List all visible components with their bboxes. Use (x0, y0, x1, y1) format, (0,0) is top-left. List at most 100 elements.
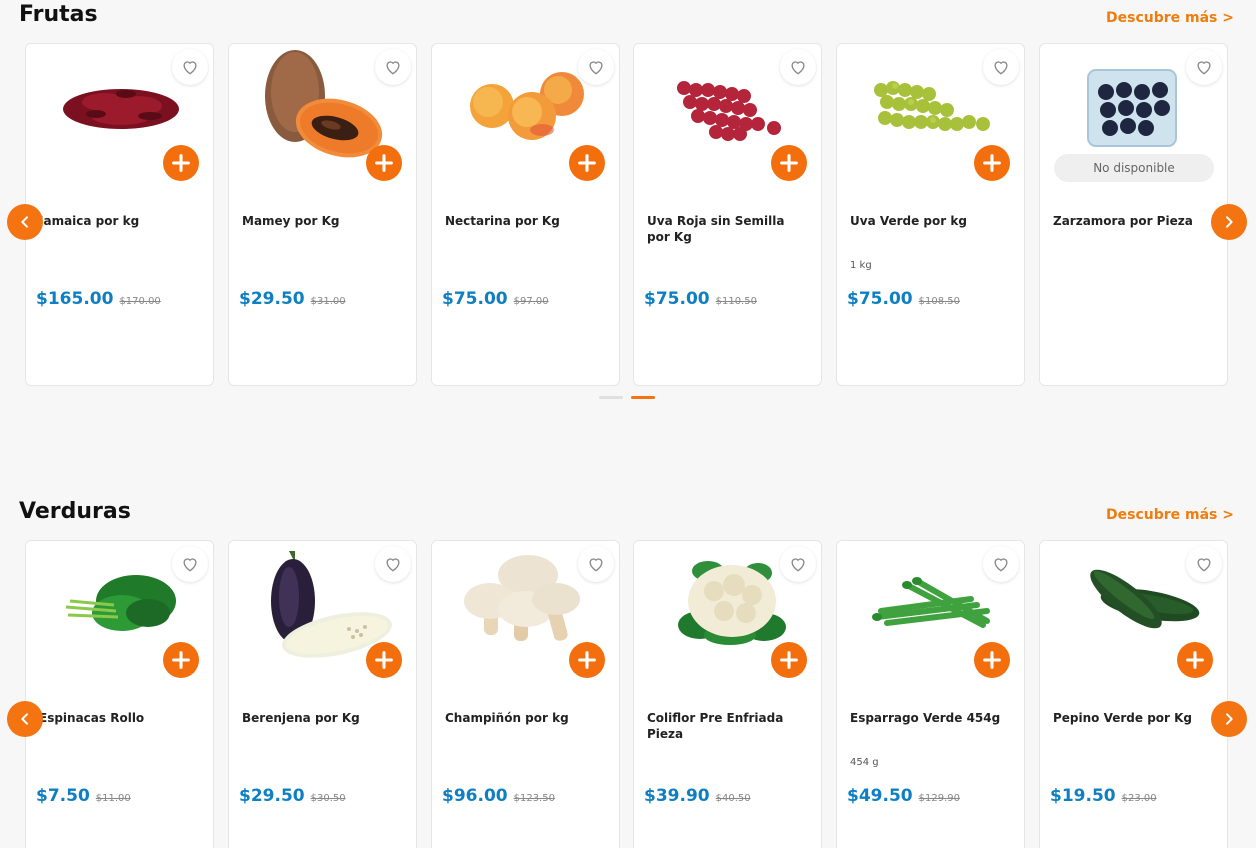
pagination-dot-active[interactable] (631, 396, 655, 399)
add-to-cart-button[interactable] (163, 145, 199, 181)
plus-icon (578, 651, 596, 669)
heart-outline-icon (791, 61, 805, 75)
add-to-cart-button[interactable] (974, 145, 1010, 181)
product-old-price: $110.50 (715, 296, 757, 307)
heart-outline-icon (994, 61, 1008, 75)
heart-outline-icon (791, 558, 805, 572)
product-card[interactable]: Champiñón por kg $96.00 $123.50 (431, 540, 620, 848)
product-name[interactable]: Champiñón por kg (445, 710, 609, 726)
add-to-cart-button[interactable] (569, 642, 605, 678)
favorite-button[interactable] (375, 49, 411, 85)
unavailable-badge: No disponible (1054, 154, 1214, 182)
add-to-cart-button[interactable] (366, 642, 402, 678)
add-to-cart-button[interactable] (771, 145, 807, 181)
add-to-cart-button[interactable] (163, 642, 199, 678)
product-card[interactable]: Esparrago Verde 454g 454 g $49.50 $129.9… (836, 540, 1025, 848)
price-row: $165.00 $170.00 (36, 289, 161, 309)
favorite-button[interactable] (780, 49, 816, 85)
favorite-button[interactable] (172, 49, 208, 85)
product-name[interactable]: Coliflor Pre Enfriada Pieza (647, 710, 811, 742)
product-card[interactable]: Nectarina por Kg $75.00 $97.00 (431, 43, 620, 386)
plus-icon (983, 651, 1001, 669)
product-card[interactable]: Jamaica por kg $165.00 $170.00 (25, 43, 214, 386)
product-card[interactable]: Espinacas Rollo $7.50 $11.00 (25, 540, 214, 848)
product-card[interactable]: Berenjena por Kg $29.50 $30.50 (228, 540, 417, 848)
product-card[interactable]: Pepino Verde por Kg $19.50 $23.00 (1039, 540, 1228, 848)
product-old-price: $129.90 (918, 793, 960, 804)
heart-outline-icon (589, 61, 603, 75)
plus-icon (375, 154, 393, 172)
add-to-cart-button[interactable] (366, 145, 402, 181)
add-to-cart-button[interactable] (569, 145, 605, 181)
product-old-price: $123.50 (513, 793, 555, 804)
product-name[interactable]: Uva Roja sin Semilla por Kg (647, 213, 811, 245)
price-row: $75.00 $108.50 (847, 289, 960, 309)
product-price: $19.50 (1050, 786, 1116, 806)
product-price: $75.00 (847, 289, 913, 309)
carousel-next-button[interactable] (1211, 701, 1247, 737)
product-name[interactable]: Nectarina por Kg (445, 213, 609, 229)
carousel-prev-button[interactable] (7, 701, 43, 737)
product-price: $49.50 (847, 786, 913, 806)
price-row: $29.50 $31.00 (239, 289, 346, 309)
plus-icon (375, 651, 393, 669)
product-price: $7.50 (36, 786, 90, 806)
product-price: $29.50 (239, 289, 305, 309)
favorite-button[interactable] (1186, 49, 1222, 85)
heart-outline-icon (183, 558, 197, 572)
product-name[interactable]: Mamey por Kg (242, 213, 406, 229)
add-to-cart-button[interactable] (1177, 642, 1213, 678)
carousel-next-button[interactable] (1211, 204, 1247, 240)
product-old-price: $11.00 (95, 793, 131, 804)
product-old-price: $30.50 (310, 793, 346, 804)
favorite-button[interactable] (578, 49, 614, 85)
product-price: $96.00 (442, 786, 508, 806)
product-card[interactable]: Uva Verde por kg 1 kg $75.00 $108.50 (836, 43, 1025, 386)
product-name[interactable]: Jamaica por kg (39, 213, 203, 229)
favorite-button[interactable] (172, 546, 208, 582)
favorite-button[interactable] (983, 49, 1019, 85)
product-old-price: $170.00 (119, 296, 161, 307)
product-name[interactable]: Uva Verde por kg (850, 213, 1014, 229)
carousel-pagination (599, 396, 655, 399)
product-card[interactable]: No disponible Zarzamora por Pieza (1039, 43, 1228, 386)
plus-icon (780, 651, 798, 669)
product-name[interactable]: Pepino Verde por Kg (1053, 710, 1217, 726)
price-row: $39.90 $40.50 (644, 786, 751, 806)
product-name[interactable]: Esparrago Verde 454g (850, 710, 1014, 726)
product-name[interactable]: Berenjena por Kg (242, 710, 406, 726)
product-price: $29.50 (239, 786, 305, 806)
section-title: Verduras (19, 499, 131, 524)
favorite-button[interactable] (375, 546, 411, 582)
product-card[interactable]: Mamey por Kg $29.50 $31.00 (228, 43, 417, 386)
favorite-button[interactable] (578, 546, 614, 582)
product-old-price: $97.00 (513, 296, 549, 307)
add-to-cart-button[interactable] (771, 642, 807, 678)
price-row: $7.50 $11.00 (36, 786, 131, 806)
heart-outline-icon (183, 61, 197, 75)
product-name[interactable]: Zarzamora por Pieza (1053, 213, 1217, 229)
price-row: $19.50 $23.00 (1050, 786, 1157, 806)
favorite-button[interactable] (780, 546, 816, 582)
heart-outline-icon (386, 61, 400, 75)
carousel-prev-button[interactable] (7, 204, 43, 240)
pagination-dot[interactable] (599, 396, 623, 399)
chevron-right-icon (1226, 713, 1233, 725)
product-old-price: $23.00 (1121, 793, 1157, 804)
product-card[interactable]: Uva Roja sin Semilla por Kg $75.00 $110.… (633, 43, 822, 386)
plus-icon (1186, 651, 1204, 669)
price-row: $96.00 $123.50 (442, 786, 555, 806)
product-name[interactable]: Espinacas Rollo (39, 710, 203, 726)
discover-more-link[interactable]: Descubre más > (1106, 507, 1234, 523)
product-carousel: Jamaica por kg $165.00 $170.00 Mamey por… (25, 43, 1235, 387)
favorite-button[interactable] (983, 546, 1019, 582)
product-unit: 454 g (850, 757, 879, 768)
product-card[interactable]: Coliflor Pre Enfriada Pieza $39.90 $40.5… (633, 540, 822, 848)
favorite-button[interactable] (1186, 546, 1222, 582)
product-price: $75.00 (442, 289, 508, 309)
heart-outline-icon (994, 558, 1008, 572)
discover-more-link[interactable]: Descubre más > (1106, 10, 1234, 26)
add-to-cart-button[interactable] (974, 642, 1010, 678)
price-row: $49.50 $129.90 (847, 786, 960, 806)
plus-icon (983, 154, 1001, 172)
